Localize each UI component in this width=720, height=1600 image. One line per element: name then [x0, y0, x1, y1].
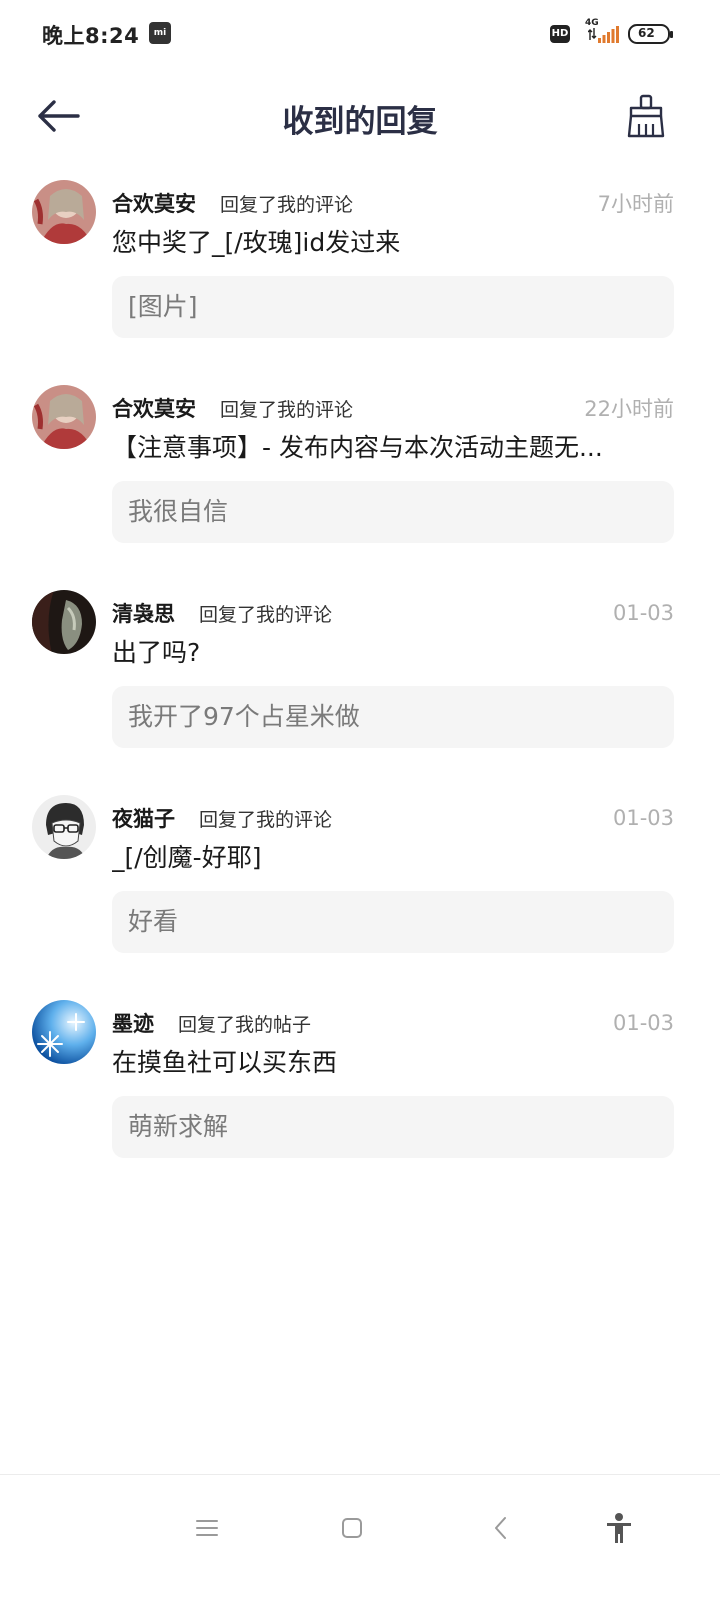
reply-item[interactable]: 夜猫子 回复了我的评论 01-03 _[/创魔-好耶] 好看 [0, 795, 720, 1000]
square-home-icon [342, 1518, 362, 1538]
reply-list: 合欢莫安 回复了我的评论 7小时前 您中奖了_[/玫瑰]id发过来 [图片] 合… [0, 180, 720, 1205]
reply-time: 7小时前 [597, 192, 674, 216]
reply-item[interactable]: 清袅思 回复了我的评论 01-03 出了吗? 我开了97个占星米做 [0, 590, 720, 795]
reply-time: 01-03 [612, 1011, 674, 1035]
status-time: 晚上8:24 [42, 24, 140, 48]
reply-action: 回复了我的评论 [220, 193, 354, 216]
reply-content: 出了吗? [112, 638, 201, 667]
reply-time: 01-03 [612, 601, 674, 625]
accessibility-button[interactable] [594, 1503, 644, 1553]
reply-time: 22小时前 [584, 397, 674, 421]
hd-icon: HD [550, 25, 570, 43]
nav-back-button[interactable] [476, 1503, 526, 1553]
user-name[interactable]: 合欢莫安 [112, 188, 196, 218]
header: 收到的回复 [0, 76, 720, 156]
reply-content: 您中奖了_[/玫瑰]id发过来 [112, 228, 401, 257]
menu-button[interactable] [182, 1503, 232, 1553]
reply-action: 回复了我的评论 [220, 398, 354, 421]
accessibility-icon [607, 1513, 631, 1543]
reply-item[interactable]: 合欢莫安 回复了我的评论 7小时前 您中奖了_[/玫瑰]id发过来 [图片] [0, 180, 720, 385]
broom-icon [627, 94, 665, 138]
menu-icon [196, 1520, 218, 1536]
reply-meta: 合欢莫安 回复了我的评论 7小时前 [112, 186, 674, 220]
avatar[interactable] [32, 795, 96, 859]
reply-content: 【注意事项】- 发布内容与本次活动主题无... [112, 433, 603, 462]
avatar[interactable] [32, 385, 96, 449]
reply-content: _[/创魔-好耶] [112, 843, 262, 872]
reply-meta: 合欢莫安 回复了我的评论 22小时前 [112, 391, 674, 425]
avatar[interactable] [32, 1000, 96, 1064]
user-name[interactable]: 清袅思 [112, 598, 175, 628]
user-name[interactable]: 夜猫子 [112, 803, 175, 833]
signal-strength-icon [588, 26, 619, 43]
reply-action: 回复了我的评论 [199, 603, 333, 626]
reply-item[interactable]: 墨迹 回复了我的帖子 01-03 在摸鱼社可以买东西 萌新求解 [0, 1000, 720, 1205]
reply-action: 回复了我的帖子 [178, 1013, 312, 1036]
avatar[interactable] [32, 590, 96, 654]
reply-content: 在摸鱼社可以买东西 [112, 1048, 338, 1077]
reply-action: 回复了我的评论 [199, 808, 333, 831]
home-button[interactable] [327, 1503, 377, 1553]
user-name[interactable]: 合欢莫安 [112, 393, 196, 423]
quoted-comment[interactable]: 好看 [112, 891, 674, 953]
reply-item[interactable]: 合欢莫安 回复了我的评论 22小时前 【注意事项】- 发布内容与本次活动主题无.… [0, 385, 720, 590]
chevron-left-icon [495, 1517, 506, 1539]
page-title: 收到的回复 [282, 104, 438, 140]
reply-time: 01-03 [612, 806, 674, 830]
quoted-comment[interactable]: 我开了97个占星米做 [112, 686, 674, 748]
avatar[interactable] [32, 180, 96, 244]
system-nav-bar [0, 1475, 720, 1600]
reply-meta: 清袅思 回复了我的评论 01-03 [112, 596, 674, 630]
quoted-comment[interactable]: 我很自信 [112, 481, 674, 543]
quoted-comment[interactable]: [图片] [112, 276, 674, 338]
user-name[interactable]: 墨迹 [112, 1008, 154, 1038]
battery-indicator: 62 [628, 24, 673, 44]
clear-button[interactable] [620, 88, 672, 144]
mi-notification-icon: mi [149, 22, 171, 44]
reply-meta: 墨迹 回复了我的帖子 01-03 [112, 1006, 674, 1040]
status-bar: 晚上8:24 mi HD 4G 62 [0, 0, 720, 70]
reply-meta: 夜猫子 回复了我的评论 01-03 [112, 801, 674, 835]
quoted-post[interactable]: 萌新求解 [112, 1096, 674, 1158]
